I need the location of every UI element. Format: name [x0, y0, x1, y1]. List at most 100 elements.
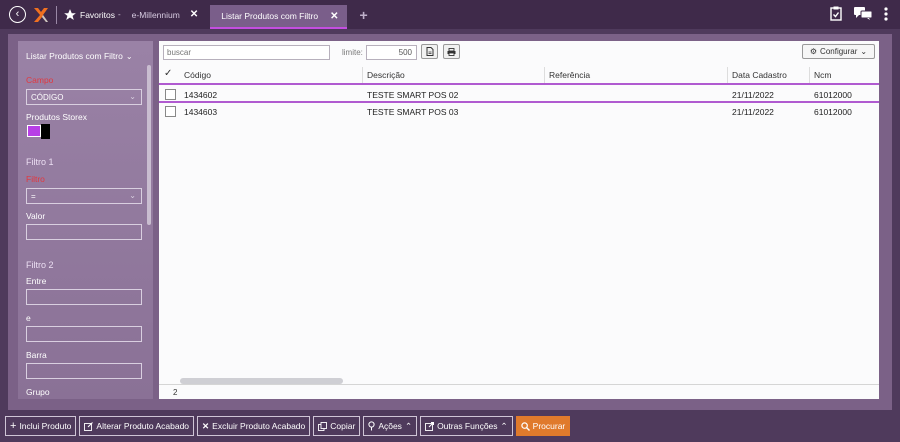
- external-link-icon: [425, 421, 435, 431]
- column-header-data-cadastro[interactable]: Data Cadastro: [732, 70, 787, 80]
- configure-button[interactable]: ⚙ Configurar ⌄: [802, 44, 875, 59]
- table-footer-divider: [159, 384, 879, 385]
- printer-icon: [447, 47, 456, 56]
- tab-label: e-Millennium: [131, 9, 180, 20]
- outras-funcoes-button[interactable]: Outras Funções ⌃: [420, 416, 513, 436]
- cell-descricao: TESTE SMART POS 02: [367, 90, 459, 100]
- favorites-label: Favoritos: [80, 9, 115, 20]
- chevron-down-icon: ⌄: [125, 52, 133, 61]
- chevron-down-icon: ⌄: [860, 47, 868, 56]
- tab-label: Listar Produtos com Filtro: [221, 11, 319, 21]
- logo-icon: [34, 7, 48, 22]
- button-label: Excluir Produto Acabado: [212, 421, 306, 431]
- favorites-menu[interactable]: Favoritos -: [63, 8, 121, 22]
- sidebar-title[interactable]: Listar Produtos com Filtro ⌄: [26, 51, 133, 61]
- table-row[interactable]: 1434603 TESTE SMART POS 03 21/11/2022 61…: [159, 103, 879, 120]
- search-icon: [520, 421, 530, 431]
- filtro-label: Filtro: [26, 174, 45, 184]
- campo-value: CÓDIGO: [31, 92, 64, 102]
- swatch-black: [41, 124, 50, 139]
- configure-label: Configurar: [820, 47, 858, 56]
- column-header-referencia[interactable]: Referência: [549, 70, 590, 80]
- excluir-produto-button[interactable]: ✕ Excluir Produto Acabado: [197, 416, 311, 436]
- filtro1-heading: Filtro 1: [26, 157, 54, 167]
- valor-input[interactable]: [26, 224, 142, 240]
- file-icon: [426, 47, 433, 56]
- limit-label: limite:: [342, 48, 363, 57]
- gear-icon: ⚙: [809, 47, 818, 56]
- grupo-label: Grupo: [26, 387, 50, 397]
- button-label: Inclui Produto: [19, 421, 72, 431]
- close-icon[interactable]: ✕: [330, 11, 338, 22]
- row-checkbox[interactable]: [165, 106, 176, 117]
- top-bar: ‹ Favoritos - e-Millennium ✕ Listar Prod…: [0, 0, 900, 29]
- chevron-down-icon: ⌄: [129, 92, 136, 101]
- star-icon: [64, 8, 76, 20]
- campo-label: Campo: [26, 75, 54, 85]
- chevron-up-icon: ⌃: [404, 420, 413, 431]
- filtro-select[interactable]: = ⌄: [26, 188, 142, 204]
- column-divider: [809, 67, 810, 83]
- sidebar-scrollbar[interactable]: [147, 65, 151, 225]
- export-button[interactable]: [421, 44, 438, 59]
- results-panel: limite: ⚙ Configurar ⌄ ✓ Código Descriçã…: [159, 41, 879, 399]
- copiar-button[interactable]: Copiar: [313, 416, 361, 436]
- row-count: 2: [173, 388, 178, 397]
- button-label: Outras Funções: [437, 421, 498, 431]
- valor-label: Valor: [26, 211, 46, 221]
- check-all-icon[interactable]: ✓: [164, 68, 172, 79]
- search-input[interactable]: [163, 45, 330, 60]
- filter-sidebar: Listar Produtos com Filtro ⌄ Campo CÓDIGO…: [18, 41, 153, 399]
- print-button[interactable]: [443, 44, 460, 59]
- divider: [56, 5, 57, 24]
- favorites-arrow: -: [117, 10, 121, 19]
- color-swatch[interactable]: [27, 124, 50, 139]
- cell-codigo: 1434603: [184, 107, 218, 117]
- button-label: Ações: [378, 421, 402, 431]
- cell-data-cadastro: 21/11/2022: [732, 107, 774, 117]
- e-input[interactable]: [26, 326, 142, 342]
- clipboard-check-icon[interactable]: [830, 6, 842, 21]
- column-divider: [727, 67, 728, 83]
- entre-input[interactable]: [26, 289, 142, 305]
- produtos-storex-label: Produtos Storex: [26, 112, 87, 122]
- add-tab-icon[interactable]: +: [359, 7, 367, 23]
- e-label: e: [26, 313, 31, 323]
- chat-icon[interactable]: [854, 7, 872, 20]
- procurar-button[interactable]: Procurar: [515, 416, 571, 436]
- top-right-actions: [830, 6, 888, 21]
- tab-e-millennium[interactable]: e-Millennium ✕: [132, 9, 199, 20]
- table-row[interactable]: 1434602 TESTE SMART POS 02 21/11/2022 61…: [159, 86, 879, 103]
- limit-input[interactable]: [366, 45, 417, 60]
- cell-ncm: 61012000: [814, 107, 852, 117]
- tab-listar-produtos[interactable]: Listar Produtos com Filtro ✕: [210, 5, 348, 29]
- swatch-purple: [27, 125, 41, 137]
- table-header: ✓ Código Descrição Referência Data Cadas…: [159, 65, 879, 85]
- close-icon[interactable]: ✕: [190, 9, 198, 20]
- barra-label: Barra: [26, 350, 47, 360]
- acoes-button[interactable]: Ações ⌃: [363, 416, 418, 436]
- alterar-produto-button[interactable]: Alterar Produto Acabado: [79, 416, 195, 436]
- bottom-toolbar: + Inclui Produto Alterar Produto Acabado…: [5, 416, 571, 436]
- sidebar-title-label: Listar Produtos com Filtro: [26, 51, 123, 61]
- plus-icon: +: [10, 420, 17, 432]
- column-header-ncm[interactable]: Ncm: [814, 70, 831, 80]
- filtro2-heading: Filtro 2: [26, 260, 54, 270]
- column-divider: [362, 67, 363, 83]
- column-divider: [544, 67, 545, 83]
- campo-select[interactable]: CÓDIGO ⌄: [26, 89, 142, 105]
- back-icon[interactable]: ‹: [9, 6, 26, 23]
- close-icon: ✕: [202, 420, 210, 431]
- barra-input[interactable]: [26, 363, 142, 379]
- row-checkbox[interactable]: [165, 89, 176, 100]
- cell-ncm: 61012000: [814, 90, 852, 100]
- chevron-down-icon: ⌄: [129, 191, 136, 200]
- kebab-menu-icon[interactable]: [884, 6, 888, 21]
- column-header-codigo[interactable]: Código: [184, 70, 211, 80]
- filtro-value: =: [31, 191, 36, 201]
- column-header-descricao[interactable]: Descrição: [367, 70, 405, 80]
- cell-data-cadastro: 21/11/2022: [732, 90, 774, 100]
- copy-icon: [318, 421, 328, 431]
- button-label: Procurar: [532, 421, 566, 431]
- inclui-produto-button[interactable]: + Inclui Produto: [5, 416, 77, 436]
